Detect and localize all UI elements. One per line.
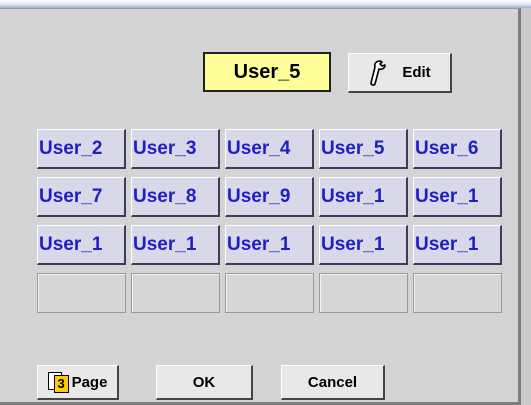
user-button[interactable]: User_1: [413, 177, 502, 217]
user-button[interactable]: User_3: [131, 129, 220, 169]
edit-button-label: Edit: [402, 64, 431, 81]
page-icon: 3: [47, 372, 69, 393]
user-button[interactable]: User_4: [225, 129, 314, 169]
user-button[interactable]: User_2: [37, 129, 126, 169]
user-button[interactable]: User_1: [37, 225, 126, 265]
wrench-icon: [370, 59, 387, 86]
user-button[interactable]: User_5: [319, 129, 408, 169]
page-button-label: Page: [71, 373, 108, 391]
page-button[interactable]: 3 Page: [37, 365, 119, 400]
user-button[interactable]: User_1: [319, 225, 408, 265]
window-titlebar: [0, 0, 531, 8]
empty-user-slot[interactable]: [413, 273, 502, 313]
user-button[interactable]: User_7: [37, 177, 126, 217]
edit-button[interactable]: Edit: [348, 53, 452, 93]
empty-user-slot[interactable]: [131, 273, 220, 313]
empty-user-slot[interactable]: [37, 273, 126, 313]
empty-user-slot[interactable]: [319, 273, 408, 313]
user-button[interactable]: User_1: [225, 225, 314, 265]
user-button[interactable]: User_8: [131, 177, 220, 217]
user-button[interactable]: User_1: [413, 225, 502, 265]
empty-user-slot[interactable]: [225, 273, 314, 313]
user-button[interactable]: User_9: [225, 177, 314, 217]
user-button[interactable]: User_1: [319, 177, 408, 217]
user-button[interactable]: User_1: [131, 225, 220, 265]
user-button[interactable]: User_6: [413, 129, 502, 169]
ok-button[interactable]: OK: [156, 365, 253, 400]
page-number: 3: [53, 375, 69, 393]
current-user-display: User_5: [203, 52, 331, 92]
user-grid: User_2 User_3 User_4 User_5 User_6 User_…: [37, 129, 503, 313]
user-select-panel: User_5 Edit User_2 User_3 User_4 User_5 …: [0, 8, 521, 405]
cancel-button[interactable]: Cancel: [281, 365, 385, 400]
